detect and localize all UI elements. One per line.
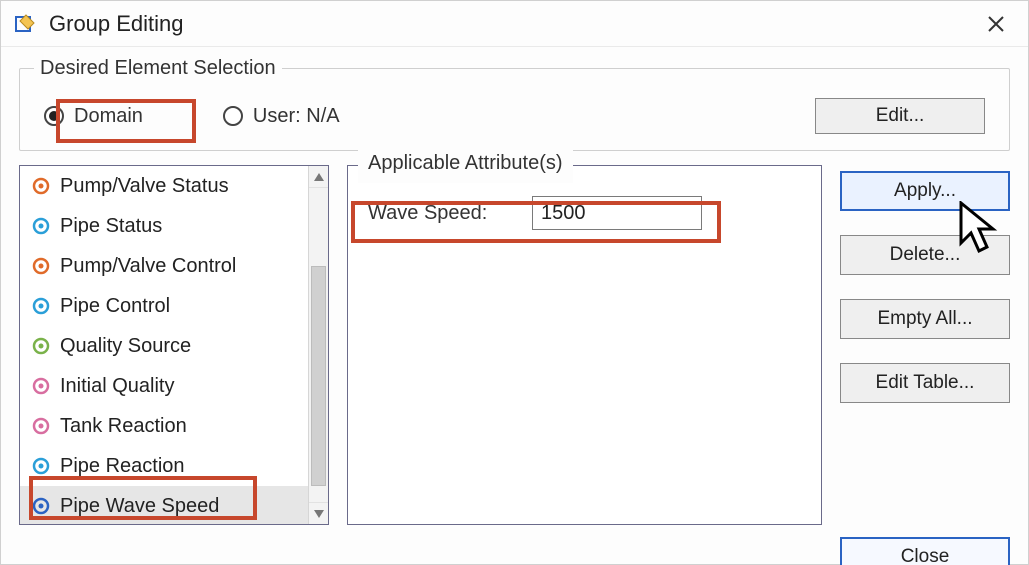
tank-reaction-icon	[30, 415, 52, 437]
wave-speed-label: Wave Speed:	[362, 196, 532, 230]
list-item[interactable]: Pipe Wave Speed	[20, 486, 308, 524]
list-item[interactable]: Pipe Control	[20, 286, 308, 326]
pump-valve-status-icon	[30, 175, 52, 197]
applicable-attributes-panel: Applicable Attribute(s) Wave Speed:	[347, 165, 822, 525]
wave-speed-row: Wave Speed:	[362, 196, 807, 230]
list-item-label: Pump/Valve Control	[60, 255, 236, 278]
pipe-reaction-icon	[30, 455, 52, 477]
selection-radio-row: Domain User: N/A Edit...	[34, 94, 995, 136]
titlebar: Group Editing	[1, 1, 1028, 47]
initial-quality-icon	[30, 375, 52, 397]
desired-element-selection-group: Desired Element Selection Domain User: N…	[19, 57, 1010, 151]
pipe-status-icon	[30, 215, 52, 237]
user-radio[interactable]: User: N/A	[223, 105, 340, 128]
close-button[interactable]: Close	[840, 537, 1010, 565]
group-edit-icon	[13, 12, 37, 36]
quality-source-icon	[30, 335, 52, 357]
radio-icon	[44, 106, 64, 126]
scroll-thumb[interactable]	[311, 266, 326, 486]
list-item[interactable]: Initial Quality	[20, 366, 308, 406]
content-area: Desired Element Selection Domain User: N…	[1, 47, 1028, 565]
group-editing-window: Group Editing Desired Element Selection …	[0, 0, 1029, 565]
scroll-down-icon[interactable]	[309, 502, 328, 524]
wave-speed-input[interactable]	[532, 196, 702, 230]
edit-selection-button[interactable]: Edit...	[815, 98, 985, 134]
list-item[interactable]: Pipe Reaction	[20, 446, 308, 486]
list-item-label: Quality Source	[60, 335, 191, 358]
list-item-label: Pump/Valve Status	[60, 175, 229, 198]
action-buttons: Apply... Delete... Empty All... Edit Tab…	[840, 165, 1010, 565]
list-item-label: Pipe Control	[60, 295, 170, 318]
list-item[interactable]: Pump/Valve Status	[20, 166, 308, 206]
list-item-label: Tank Reaction	[60, 415, 187, 438]
list-item[interactable]: Tank Reaction	[20, 406, 308, 446]
list-item-label: Initial Quality	[60, 375, 175, 398]
close-icon[interactable]	[976, 4, 1016, 44]
radio-icon	[223, 106, 243, 126]
delete-button[interactable]: Delete...	[840, 235, 1010, 275]
apply-button[interactable]: Apply...	[840, 171, 1010, 211]
applicable-attributes-title: Applicable Attribute(s)	[358, 150, 573, 183]
domain-radio-label: Domain	[74, 105, 143, 128]
edit-table-button[interactable]: Edit Table...	[840, 363, 1010, 403]
scroll-up-icon[interactable]	[309, 166, 328, 188]
lower-panel: Pump/Valve Status Pipe Status Pump/Valve C…	[19, 165, 1010, 565]
pump-valve-control-icon	[30, 255, 52, 277]
attribute-type-listbox[interactable]: Pump/Valve Status Pipe Status Pump/Valve C…	[19, 165, 329, 525]
domain-radio[interactable]: Domain	[44, 105, 143, 128]
window-title: Group Editing	[49, 11, 976, 37]
pipe-control-icon	[30, 295, 52, 317]
user-radio-label: User: N/A	[253, 105, 340, 128]
list-item-label: Pipe Status	[60, 215, 162, 238]
listbox-scrollbar[interactable]	[308, 166, 328, 524]
selection-group-label: Desired Element Selection	[34, 57, 282, 80]
list-item[interactable]: Pipe Status	[20, 206, 308, 246]
list-item-label: Pipe Reaction	[60, 455, 185, 478]
pipe-wave-speed-icon	[30, 495, 52, 517]
empty-all-button[interactable]: Empty All...	[840, 299, 1010, 339]
list-item-label: Pipe Wave Speed	[60, 495, 219, 518]
list-item[interactable]: Pump/Valve Control	[20, 246, 308, 286]
list-item[interactable]: Quality Source	[20, 326, 308, 366]
